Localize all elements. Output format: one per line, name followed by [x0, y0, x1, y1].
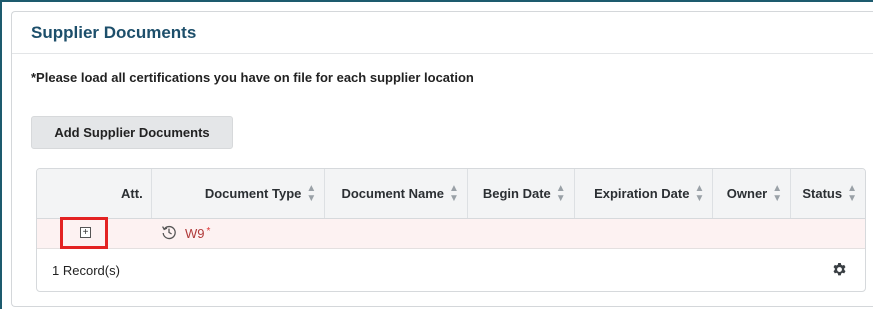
- window-left-border: [0, 0, 11, 309]
- column-header-expiration-date[interactable]: Expiration Date ▲ ▼: [575, 169, 714, 218]
- column-header-status[interactable]: Status ▲ ▼: [791, 169, 865, 218]
- sort-icon[interactable]: ▲ ▼: [694, 183, 704, 204]
- documents-grid: Att. Document Type ▲ ▼ Document Name ▲ ▼ B…: [36, 168, 866, 292]
- instruction-note: *Please load all certifications you have…: [31, 70, 474, 85]
- sort-icon[interactable]: ▲ ▼: [556, 183, 566, 204]
- grid-header: Att. Document Type ▲ ▼ Document Name ▲ ▼ B…: [37, 169, 865, 219]
- column-header-document-name[interactable]: Document Name ▲ ▼: [325, 169, 468, 218]
- sort-icon[interactable]: ▲ ▼: [306, 183, 316, 204]
- column-header-owner[interactable]: Owner ▲ ▼: [713, 169, 792, 218]
- gear-icon[interactable]: [832, 262, 847, 277]
- sort-icon[interactable]: ▲ ▼: [449, 183, 459, 204]
- expand-icon[interactable]: +: [80, 227, 91, 238]
- column-header-begin-date[interactable]: Begin Date ▲ ▼: [468, 169, 575, 218]
- history-icon[interactable]: [161, 224, 177, 240]
- document-type-link[interactable]: W9 *: [185, 226, 210, 241]
- panel-header: Supplier Documents: [12, 12, 873, 54]
- sort-icon[interactable]: ▲ ▼: [772, 183, 782, 204]
- supplier-documents-panel: Supplier Documents *Please load all cert…: [11, 11, 873, 307]
- table-row[interactable]: + W9 *: [37, 217, 865, 249]
- add-supplier-documents-button[interactable]: Add Supplier Documents: [31, 116, 233, 149]
- column-header-document-type[interactable]: Document Type ▲ ▼: [152, 169, 326, 218]
- record-count: 1 Record(s): [52, 262, 120, 278]
- window-top-border: [0, 0, 873, 5]
- grid-footer: 1 Record(s): [37, 249, 865, 291]
- panel-title: Supplier Documents: [31, 22, 197, 42]
- sort-icon[interactable]: ▲ ▼: [847, 183, 857, 204]
- required-marker: *: [206, 226, 211, 237]
- column-header-att[interactable]: Att.: [37, 169, 152, 218]
